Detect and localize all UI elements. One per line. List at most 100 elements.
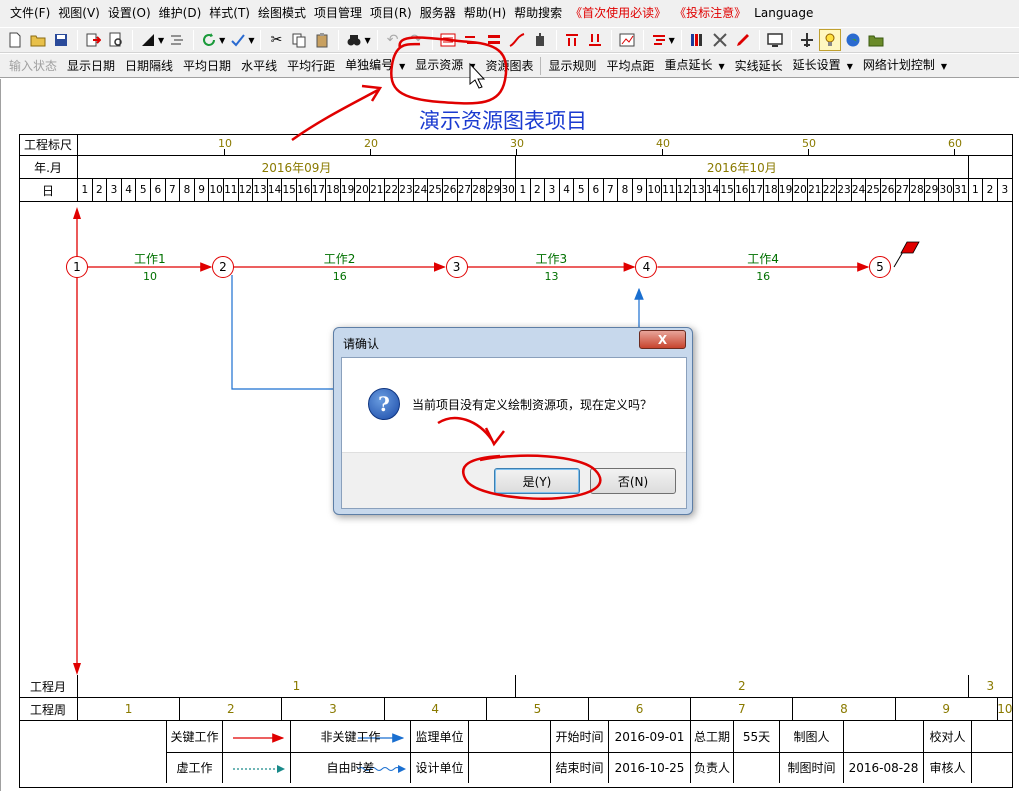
chevron-down-icon[interactable]: ▼: [219, 36, 225, 45]
toolbar-button[interactable]: 显示资源 ▼: [410, 54, 480, 78]
lightbulb-icon[interactable]: [818, 29, 841, 51]
network-node[interactable]: 1: [66, 256, 88, 278]
day-cell: 17: [311, 179, 327, 202]
align-bottom-icon[interactable]: [584, 29, 606, 51]
chevron-down-icon[interactable]: ▼: [941, 62, 947, 71]
no-button[interactable]: 否(N): [590, 468, 676, 494]
menu-item[interactable]: 文件(F): [6, 0, 54, 27]
yes-button[interactable]: 是(Y): [494, 468, 580, 494]
new-file-icon[interactable]: [4, 29, 26, 51]
day-label: 日: [19, 179, 78, 202]
copy-icon[interactable]: [288, 29, 310, 51]
network-node[interactable]: 5: [869, 256, 891, 278]
toolbar-button[interactable]: 实线延长: [730, 55, 788, 77]
menu-item[interactable]: 视图(V): [54, 0, 104, 27]
cut-icon[interactable]: ✂: [265, 29, 287, 51]
indent-icon[interactable]: [166, 29, 188, 51]
export-icon[interactable]: [82, 29, 104, 51]
gantt-icon[interactable]: [648, 29, 670, 51]
chart-icon[interactable]: [616, 29, 638, 51]
align-top-icon[interactable]: [561, 29, 583, 51]
toolbar-button[interactable]: 水平线: [236, 55, 282, 77]
menu-item[interactable]: 帮助(H): [460, 0, 510, 27]
open-folder-icon[interactable]: [27, 29, 49, 51]
toolbar-button[interactable]: 平均点距: [601, 55, 659, 77]
task-name[interactable]: 工作4: [747, 250, 779, 267]
menu-bar: 文件(F) 视图(V) 设置(O) 维护(D) 样式(T) 绘图模式 项目管理 项目(R) 服务…: [0, 0, 1019, 27]
folder-icon[interactable]: [865, 29, 887, 51]
menu-item[interactable]: 帮助搜索: [510, 0, 566, 27]
day-cell: 2: [983, 179, 998, 202]
task-duration: 16: [332, 270, 347, 283]
day-cell: 5: [574, 179, 589, 202]
plane-icon[interactable]: [796, 29, 818, 51]
globe-icon[interactable]: [842, 29, 864, 51]
task-name[interactable]: 工作2: [324, 250, 356, 267]
menu-item[interactable]: 项目管理: [310, 0, 366, 27]
fill-icon[interactable]: [137, 29, 159, 51]
toolbar-button[interactable]: 平均行距: [282, 55, 340, 77]
chevron-down-icon[interactable]: ▼: [469, 62, 475, 71]
chevron-down-icon[interactable]: ▼: [158, 36, 164, 45]
menu-item[interactable]: 项目(R): [366, 0, 416, 27]
task-name[interactable]: 工作3: [536, 250, 568, 267]
toolbar-button-label: 实线延长: [734, 58, 783, 73]
day-cell: 27: [895, 179, 911, 202]
toolbar-button-label: 资源图表: [485, 58, 534, 73]
chevron-down-icon[interactable]: ▼: [847, 62, 853, 71]
chevron-down-icon[interactable]: ▼: [364, 36, 370, 45]
tools-icon[interactable]: [709, 29, 731, 51]
task-name[interactable]: 工作1: [134, 250, 166, 267]
find-icon[interactable]: [343, 29, 365, 51]
toolbar-button[interactable]: 重点延长 ▼: [659, 54, 729, 78]
undo-icon[interactable]: ↶: [382, 29, 404, 51]
toolbar-button[interactable]: 日期隔线: [120, 55, 178, 77]
toolbar-button[interactable]: 平均日期: [178, 55, 236, 77]
menu-item[interactable]: 设置(O): [104, 0, 155, 27]
ruler-tick-label: 10: [218, 137, 232, 150]
books-icon[interactable]: [686, 29, 708, 51]
chevron-down-icon[interactable]: ▼: [399, 62, 405, 71]
network-view-icon[interactable]: [437, 29, 459, 51]
resource-icon[interactable]: [529, 29, 551, 51]
toolbar-separator: [540, 56, 542, 75]
menu-item[interactable]: 绘图模式: [254, 0, 310, 27]
menu-item[interactable]: Language: [750, 0, 817, 27]
menu-item[interactable]: 《首次使用必读》: [566, 0, 670, 27]
menu-item[interactable]: 《投标注意》: [670, 0, 750, 27]
redo-icon[interactable]: ↷: [405, 29, 427, 51]
legend-cell: 2016-09-01: [608, 721, 690, 752]
toolbar-button[interactable]: 资源图表: [480, 55, 538, 77]
toolbar-button[interactable]: 单独编号 ▼: [340, 54, 410, 78]
network-node[interactable]: 3: [445, 256, 468, 278]
chevron-down-icon[interactable]: ▼: [719, 62, 725, 71]
arrow-line-icon[interactable]: [460, 29, 482, 51]
day-cell: 8: [180, 179, 195, 202]
day-cell: 12: [676, 179, 692, 202]
menu-item[interactable]: 样式(T): [205, 0, 254, 27]
refresh-icon[interactable]: [198, 29, 220, 51]
monitor-icon[interactable]: [764, 29, 786, 51]
toolbar-button[interactable]: 输入状态: [4, 55, 62, 77]
network-node[interactable]: 2: [212, 256, 234, 278]
menu-item[interactable]: 维护(D): [155, 0, 206, 27]
day-cell: 26: [881, 179, 896, 202]
toolbar-button[interactable]: 网络计划控制 ▼: [858, 54, 952, 78]
toolbar-button-label: 网络计划控制: [862, 57, 935, 72]
ruler-tick: [223, 149, 225, 155]
paste-icon[interactable]: [311, 29, 333, 51]
pen-icon[interactable]: [732, 29, 754, 51]
close-button[interactable]: X: [639, 330, 686, 349]
print-preview-icon[interactable]: [105, 29, 127, 51]
save-icon[interactable]: [50, 29, 72, 51]
chevron-down-icon[interactable]: ▼: [669, 36, 675, 45]
menu-item[interactable]: 服务器: [416, 0, 460, 27]
toolbar-button[interactable]: 显示规则: [543, 55, 601, 77]
toolbar-button[interactable]: 显示日期: [62, 55, 120, 77]
day-cell: 3: [545, 179, 560, 202]
chevron-down-icon[interactable]: ▼: [248, 36, 254, 45]
curve-icon[interactable]: [506, 29, 528, 51]
spellcheck-icon[interactable]: [227, 29, 249, 51]
bar-view-icon[interactable]: [483, 29, 505, 51]
toolbar-button[interactable]: 延长设置 ▼: [788, 54, 858, 78]
